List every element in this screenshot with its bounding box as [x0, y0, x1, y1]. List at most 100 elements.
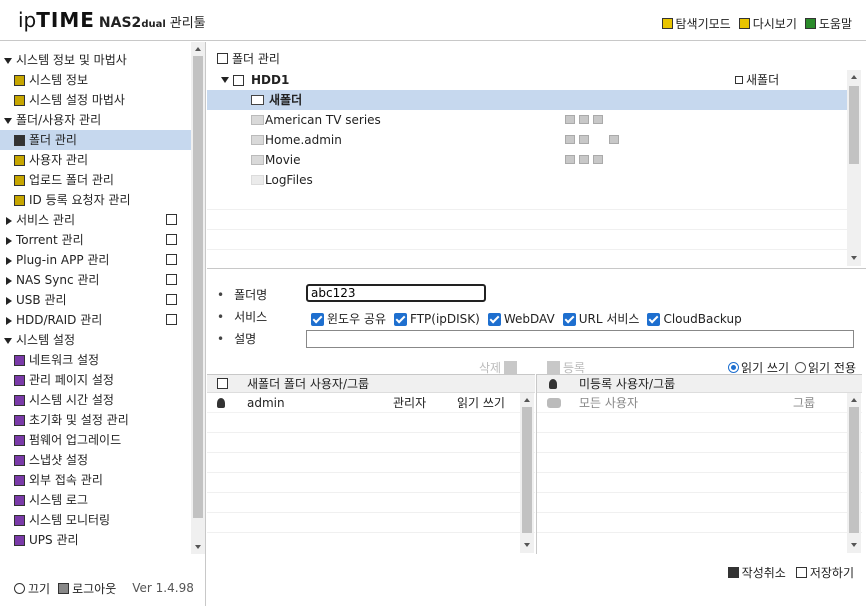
checkbox-url-service[interactable]: URL 서비스	[562, 308, 639, 330]
sidebar-item-label: 폴더 관리	[29, 133, 77, 147]
chevron-right-icon	[6, 236, 12, 245]
folder-name: Home.admin	[265, 133, 342, 147]
empty-row	[207, 473, 535, 493]
pane-scrollbar[interactable]	[847, 393, 861, 553]
tree-folder[interactable]: 새폴더	[207, 90, 847, 110]
table-row[interactable]: admin 관리자 읽기 쓰기	[207, 393, 535, 413]
sidebar-item[interactable]: 시스템 정보	[0, 70, 191, 90]
checkbox-label: CloudBackup	[663, 312, 742, 326]
sidebar-section[interactable]: 폴더/사용자 관리	[0, 110, 191, 130]
sidebar-section-label: 시스템 설정	[16, 333, 76, 347]
sidebar-section[interactable]: 시스템 설정	[0, 330, 191, 350]
scroll-thumb[interactable]	[522, 407, 532, 533]
sidebar-item[interactable]: 초기화 및 설정 관리	[0, 410, 191, 430]
menu-item-icon	[14, 494, 25, 506]
scroll-thumb[interactable]	[849, 407, 859, 533]
sidebar-section[interactable]: USB 관리	[0, 290, 191, 310]
cancel-button[interactable]: 작성취소	[727, 564, 786, 581]
help-link[interactable]: 도움말	[804, 15, 852, 32]
new-folder-button[interactable]: 새폴더	[735, 70, 779, 90]
tree-folder[interactable]: Movie	[207, 150, 847, 170]
sidebar-scrollbar[interactable]	[191, 42, 205, 554]
divider	[207, 268, 866, 269]
save-button[interactable]: 저장하기	[795, 564, 854, 581]
pane-scrollbar[interactable]	[520, 393, 534, 553]
sidebar-footer: 끄기 로그아웃 Ver 1.4.98	[0, 570, 206, 606]
description-input[interactable]	[306, 330, 854, 348]
empty-row	[207, 230, 847, 250]
checkbox-icon	[487, 312, 501, 326]
sidebar-item[interactable]: 외부 접속 관리	[0, 470, 191, 490]
folder-form: 폴더명 서비스 윈도우 공유 FTP(ipDISK) WebDAV URL 서비…	[217, 284, 862, 350]
sidebar-section[interactable]: NAS Sync 관리	[0, 270, 191, 290]
group-type: 그룹	[793, 396, 816, 410]
sidebar-item[interactable]: 시스템 시간 설정	[0, 390, 191, 410]
table-row[interactable]: 모든 사용자 그룹	[537, 393, 862, 413]
webdav-icon	[593, 155, 603, 164]
scroll-up-icon[interactable]	[524, 398, 530, 402]
sidebar-section[interactable]: Plug-in APP 관리	[0, 250, 191, 270]
sidebar-item[interactable]: UPS 관리	[0, 530, 191, 550]
link-label: 탐색기모드	[675, 17, 731, 31]
menu-item-icon	[14, 454, 25, 466]
scroll-up-icon[interactable]	[851, 398, 857, 402]
app-window: ip TIME NAS2 dual 관리툴 탐색기모드 다시보기 도움말 시스템…	[0, 0, 866, 606]
sidebar-item[interactable]: 관리 페이지 설정	[0, 370, 191, 390]
sidebar-item[interactable]: 폴더 관리	[0, 130, 191, 150]
tree-folder[interactable]: American TV series	[207, 110, 847, 130]
checkbox-windows-share[interactable]: 윈도우 공유	[311, 308, 386, 330]
section-status-icon	[166, 274, 177, 285]
sidebar-item[interactable]: 네트워크 설정	[0, 350, 191, 370]
windows-share-icon	[565, 115, 575, 124]
scroll-thumb[interactable]	[849, 86, 859, 164]
save-icon	[795, 567, 807, 578]
scroll-up-icon[interactable]	[851, 75, 857, 79]
header-links: 탐색기모드 다시보기 도움말	[661, 15, 852, 32]
sidebar-item[interactable]: 시스템 모니터링	[0, 510, 191, 530]
scroll-down-icon[interactable]	[524, 543, 530, 547]
tree-folder[interactable]: LogFiles	[207, 170, 847, 190]
reload-link[interactable]: 다시보기	[738, 15, 797, 32]
logo: ip TIME NAS2 dual 관리툴	[18, 8, 206, 34]
sidebar-item[interactable]: 펌웨어 업그레이드	[0, 430, 191, 450]
tree-root[interactable]: HDD1 새폴더	[207, 70, 847, 90]
checkbox-webdav[interactable]: WebDAV	[487, 308, 555, 330]
tree-folder[interactable]: Home.admin	[207, 130, 847, 150]
menu-item-icon	[14, 534, 25, 546]
checkbox-label: FTP(ipDISK)	[410, 312, 480, 326]
checkbox-cloudbackup[interactable]: CloudBackup	[647, 308, 742, 330]
folder-icon	[661, 18, 673, 29]
scroll-down-icon[interactable]	[851, 256, 857, 260]
sidebar-section[interactable]: 시스템 정보 및 마법사	[0, 50, 191, 70]
sidebar-section[interactable]: Torrent 관리	[0, 230, 191, 250]
sidebar-item[interactable]: 사용자 관리	[0, 150, 191, 170]
scroll-down-icon[interactable]	[195, 545, 201, 549]
empty-row	[207, 413, 535, 433]
collapse-icon[interactable]	[221, 77, 229, 83]
menu-item-icon	[14, 514, 25, 526]
scroll-up-icon[interactable]	[195, 47, 201, 51]
user-icon	[217, 398, 225, 408]
explorer-mode-link[interactable]: 탐색기모드	[661, 15, 731, 32]
scroll-down-icon[interactable]	[851, 543, 857, 547]
folder-name-input[interactable]	[306, 284, 486, 302]
sidebar-item[interactable]: 업로드 폴더 관리	[0, 170, 191, 190]
empty-row	[207, 513, 535, 533]
power-off-button[interactable]: 끄기	[14, 580, 50, 597]
sidebar-item-label: 외부 접속 관리	[29, 473, 103, 487]
menu-item-icon	[14, 174, 25, 186]
logout-button[interactable]: 로그아웃	[58, 580, 116, 597]
sidebar-item[interactable]: 스냅샷 설정	[0, 450, 191, 470]
scroll-thumb[interactable]	[193, 56, 203, 518]
logout-icon	[58, 582, 70, 594]
sidebar-item-label: 시스템 설정 마법사	[29, 93, 125, 107]
sidebar-item[interactable]: ID 등록 요청자 관리	[0, 190, 191, 210]
sidebar-item[interactable]: 시스템 로그	[0, 490, 191, 510]
sidebar-section[interactable]: HDD/RAID 관리	[0, 310, 191, 330]
group-name: 모든 사용자	[579, 396, 639, 410]
tree-scrollbar[interactable]	[847, 70, 861, 266]
checkbox-ftp[interactable]: FTP(ipDISK)	[394, 308, 480, 330]
sidebar-item[interactable]: 시스템 설정 마법사	[0, 90, 191, 110]
logo-dual: dual	[141, 19, 166, 30]
sidebar-section[interactable]: 서비스 관리	[0, 210, 191, 230]
